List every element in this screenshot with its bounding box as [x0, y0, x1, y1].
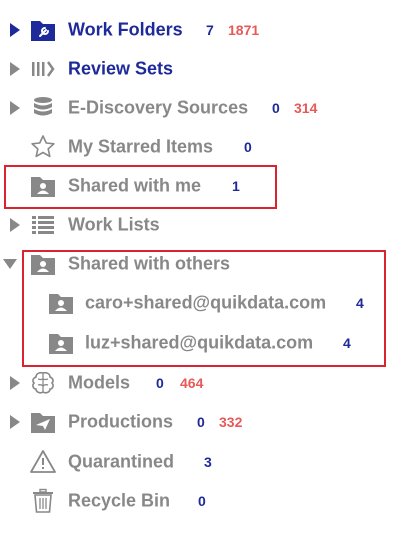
count-badge: 0 — [156, 375, 164, 391]
count-badge: 7 — [206, 22, 214, 38]
tree-item-models[interactable]: Models 0 464 — [0, 368, 410, 398]
library-icon — [32, 61, 55, 77]
tree-item-ediscovery-sources[interactable]: E-Discovery Sources 0 314 — [0, 93, 410, 123]
tree-label: Productions — [68, 411, 174, 432]
tree-item-starred[interactable]: My Starred Items 0 — [0, 132, 410, 162]
star-icon — [31, 135, 55, 158]
tree-label: Recycle Bin — [68, 490, 171, 511]
tree-label: Work Folders — [68, 19, 183, 40]
tree-item-recycle-bin[interactable]: Recycle Bin 0 — [0, 486, 410, 516]
database-icon — [34, 97, 52, 116]
tree-label: Models — [68, 372, 131, 393]
tree-label: Work Lists — [68, 214, 160, 235]
folder-wrench-icon — [31, 21, 55, 41]
brain-icon — [32, 371, 54, 394]
collapse-caret-icon[interactable] — [3, 259, 17, 269]
tree-item-productions[interactable]: Productions 0 332 — [0, 407, 410, 437]
expand-caret-icon[interactable] — [10, 23, 20, 37]
expand-caret-icon[interactable] — [10, 101, 20, 115]
count-badge-secondary: 1871 — [228, 22, 260, 38]
count-badge-secondary: 464 — [180, 375, 204, 391]
expand-caret-icon[interactable] — [10, 376, 20, 390]
warning-icon — [30, 450, 56, 473]
tree-label: E-Discovery Sources — [68, 97, 249, 118]
tree-label: Review Sets — [68, 58, 174, 79]
expand-caret-icon[interactable] — [10, 62, 20, 76]
count-badge-secondary: 332 — [219, 414, 243, 430]
expand-caret-icon[interactable] — [10, 415, 20, 429]
highlight-box — [4, 165, 277, 209]
count-badge: 0 — [198, 493, 206, 509]
tree-item-review-sets[interactable]: Review Sets — [0, 54, 410, 84]
tree-label: My Starred Items — [68, 136, 214, 157]
tree-item-work-lists[interactable]: Work Lists — [0, 210, 410, 240]
count-badge: 0 — [197, 414, 205, 430]
count-badge: 0 — [244, 139, 252, 155]
expand-caret-icon[interactable] — [10, 218, 20, 232]
tree-label: Quarantined — [68, 451, 175, 472]
tree-item-quarantined[interactable]: Quarantined 3 — [0, 447, 410, 477]
send-folder-icon — [31, 413, 55, 433]
count-badge: 3 — [204, 454, 212, 470]
highlight-box — [22, 250, 386, 367]
tree-item-work-folders[interactable]: Work Folders 7 1871 — [0, 15, 410, 45]
list-icon — [32, 216, 54, 234]
count-badge-secondary: 314 — [294, 100, 318, 116]
count-badge: 0 — [272, 100, 280, 116]
trash-icon — [33, 488, 53, 513]
